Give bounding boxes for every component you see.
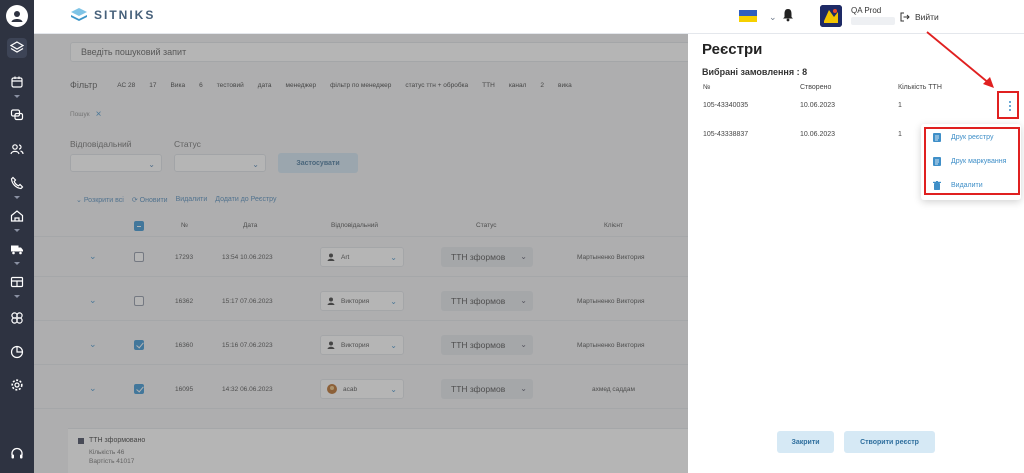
registry-number: 105-43338837 bbox=[703, 131, 749, 138]
close-button[interactable]: Закрити bbox=[777, 431, 834, 453]
analytics-icon[interactable] bbox=[7, 342, 27, 362]
panel-title: Реєстри bbox=[702, 41, 763, 58]
user-name: QA Prod bbox=[851, 6, 882, 15]
logout-icon bbox=[900, 12, 910, 22]
truck-icon[interactable] bbox=[7, 239, 27, 259]
chevron-down-icon bbox=[14, 295, 20, 298]
table-icon[interactable] bbox=[7, 272, 27, 292]
user-subtitle bbox=[851, 17, 895, 25]
chevron-down-icon bbox=[14, 229, 20, 232]
layers-icon[interactable] bbox=[7, 38, 27, 58]
chevron-down-icon[interactable]: ⌄ bbox=[769, 12, 777, 23]
ukraine-flag-icon[interactable] bbox=[739, 10, 757, 22]
users-icon[interactable] bbox=[7, 139, 27, 159]
chevron-down-icon bbox=[14, 262, 20, 265]
registry-created: 10.06.2023 bbox=[800, 102, 836, 109]
logout-button[interactable]: Вийти bbox=[900, 12, 939, 22]
annotation-arrow-icon bbox=[926, 31, 994, 88]
selected-orders-count: Вибрані замовлення : 8 bbox=[702, 67, 808, 77]
home-icon[interactable] bbox=[7, 206, 27, 226]
app-logo[interactable]: SITNIKS bbox=[70, 7, 155, 23]
phone-icon[interactable] bbox=[7, 173, 27, 193]
avatar[interactable] bbox=[820, 5, 842, 27]
integrations-icon[interactable] bbox=[7, 308, 27, 328]
annotation-highlight-kebab bbox=[997, 91, 1019, 119]
chevron-down-icon bbox=[14, 196, 20, 199]
registry-column-created: Створено bbox=[800, 84, 832, 91]
registry-number: 105-43340035 bbox=[703, 102, 749, 109]
chat-icon[interactable] bbox=[7, 105, 27, 125]
registry-ttn-count: 1 bbox=[898, 102, 902, 109]
logo-icon bbox=[71, 8, 87, 21]
annotation-highlight-menu bbox=[924, 127, 1020, 195]
sidebar bbox=[0, 0, 34, 473]
app-root: SITNIKS ⌄ QA Prod Вийти Введіть пошукови… bbox=[0, 0, 1024, 473]
registry-ttn-count: 1 bbox=[898, 131, 902, 138]
registry-created: 10.06.2023 bbox=[800, 131, 836, 138]
support-icon[interactable] bbox=[7, 444, 27, 464]
registries-panel bbox=[688, 34, 1024, 473]
modal-backdrop[interactable] bbox=[34, 34, 688, 473]
profile-icon[interactable] bbox=[6, 5, 28, 27]
bell-icon[interactable] bbox=[782, 8, 794, 24]
logout-label: Вийти bbox=[915, 12, 939, 22]
registry-column-number: № bbox=[703, 84, 711, 91]
calendar-icon[interactable] bbox=[7, 72, 27, 92]
chevron-down-icon bbox=[14, 95, 20, 98]
create-registry-button[interactable]: Створити реєстр bbox=[844, 431, 935, 453]
logo-text: SITNIKS bbox=[94, 8, 156, 22]
settings-icon[interactable] bbox=[7, 375, 27, 395]
